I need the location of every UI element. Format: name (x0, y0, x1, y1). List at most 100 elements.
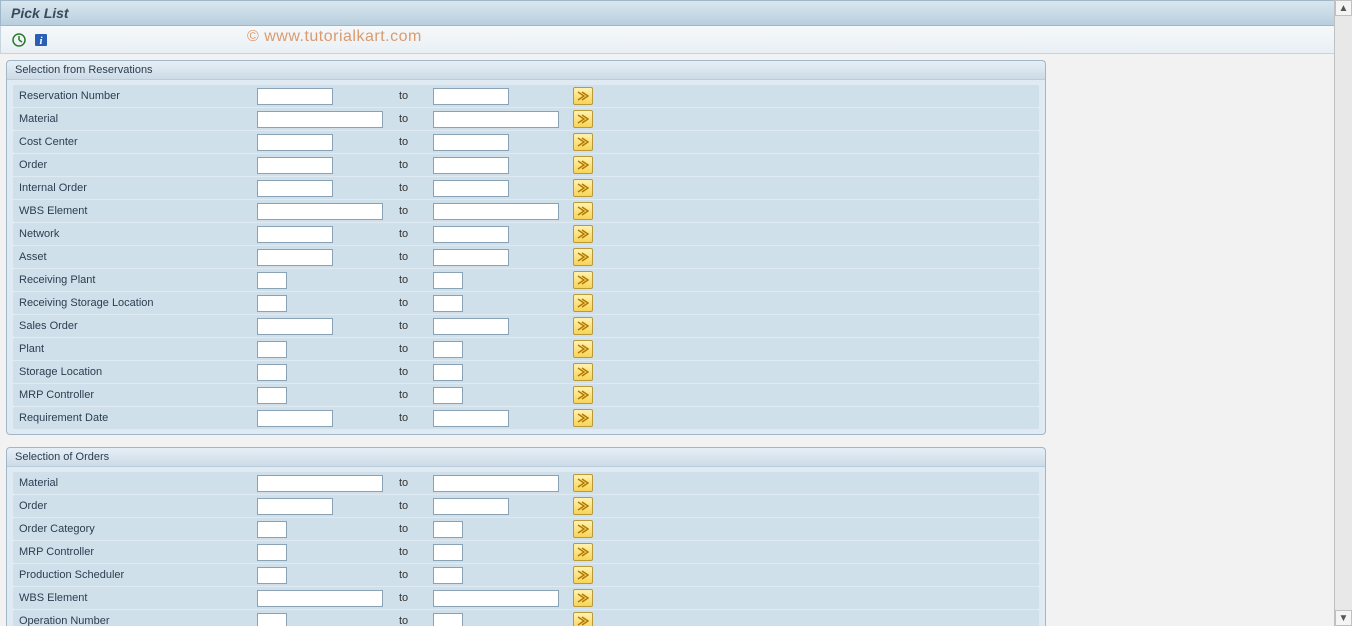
field-label: Asset (17, 251, 257, 263)
to-input[interactable] (433, 567, 463, 584)
field-label: Production Scheduler (17, 569, 257, 581)
field-label: Material (17, 113, 257, 125)
multiple-selection-button[interactable] (573, 202, 593, 220)
to-input[interactable] (433, 613, 463, 626)
from-input[interactable] (257, 521, 287, 538)
multiple-selection-button[interactable] (573, 271, 593, 289)
from-input[interactable] (257, 475, 383, 492)
to-label: to (395, 320, 433, 332)
to-input[interactable] (433, 521, 463, 538)
to-input[interactable] (433, 134, 509, 151)
scroll-down-icon[interactable]: ▼ (1335, 610, 1352, 626)
from-input[interactable] (257, 272, 287, 289)
multiple-selection-button[interactable] (573, 386, 593, 404)
multiple-selection-button[interactable] (573, 133, 593, 151)
multiple-selection-button[interactable] (573, 156, 593, 174)
to-input[interactable] (433, 249, 509, 266)
from-input[interactable] (257, 180, 333, 197)
from-input[interactable] (257, 364, 287, 381)
from-input[interactable] (257, 498, 333, 515)
from-input[interactable] (257, 249, 333, 266)
field-row: Storage Locationto (13, 361, 1039, 383)
field-label: Sales Order (17, 320, 257, 332)
to-input[interactable] (433, 475, 559, 492)
multiple-selection-button[interactable] (573, 497, 593, 515)
multiple-selection-button[interactable] (573, 409, 593, 427)
to-input[interactable] (433, 410, 509, 427)
field-row: Material to (13, 108, 1039, 130)
multiple-selection-button[interactable] (573, 317, 593, 335)
from-input[interactable] (257, 410, 333, 427)
from-input[interactable] (257, 295, 287, 312)
from-input[interactable] (257, 88, 333, 105)
to-input[interactable] (433, 295, 463, 312)
multiple-selection-button[interactable] (573, 340, 593, 358)
multiple-selection-button[interactable] (573, 589, 593, 607)
field-row: Requirement Dateto (13, 407, 1039, 429)
from-input[interactable] (257, 226, 333, 243)
outer-scrollbar[interactable]: ▲ ▼ (1334, 0, 1352, 626)
field-label: Network (17, 228, 257, 240)
field-row: Internal Orderto (13, 177, 1039, 199)
from-input[interactable] (257, 318, 333, 335)
to-label: to (395, 343, 433, 355)
to-input[interactable] (433, 157, 509, 174)
from-input[interactable] (257, 134, 333, 151)
to-input[interactable] (433, 272, 463, 289)
field-label: Requirement Date (17, 412, 257, 424)
multiple-selection-button[interactable] (573, 612, 593, 626)
from-input[interactable] (257, 203, 383, 220)
to-input[interactable] (433, 498, 509, 515)
to-label: to (395, 205, 433, 217)
info-icon[interactable]: i (33, 32, 49, 48)
multiple-selection-button[interactable] (573, 87, 593, 105)
to-input[interactable] (433, 203, 559, 220)
from-input[interactable] (257, 111, 383, 128)
to-label: to (395, 113, 433, 125)
from-input[interactable] (257, 157, 333, 174)
to-input[interactable] (433, 88, 509, 105)
multiple-selection-button[interactable] (573, 248, 593, 266)
to-input[interactable] (433, 111, 559, 128)
multiple-selection-button[interactable] (573, 294, 593, 312)
to-label: to (395, 500, 433, 512)
multiple-selection-button[interactable] (573, 474, 593, 492)
to-input[interactable] (433, 226, 509, 243)
multiple-selection-button[interactable] (573, 363, 593, 381)
to-input[interactable] (433, 180, 509, 197)
multiple-selection-button[interactable] (573, 566, 593, 584)
to-input[interactable] (433, 544, 463, 561)
from-input[interactable] (257, 544, 287, 561)
to-label: to (395, 274, 433, 286)
group-header: Selection from Reservations (7, 61, 1045, 80)
multiple-selection-button[interactable] (573, 520, 593, 538)
scroll-up-icon[interactable]: ▲ (1335, 0, 1352, 16)
field-row: MRP Controller to (13, 541, 1039, 563)
to-label: to (395, 90, 433, 102)
selection-group: Selection of OrdersMaterialtoOrdertoOrde… (6, 447, 1046, 626)
from-input[interactable] (257, 341, 287, 358)
field-label: Plant (17, 343, 257, 355)
field-label: MRP Controller (17, 546, 257, 558)
multiple-selection-button[interactable] (573, 110, 593, 128)
to-input[interactable] (433, 590, 559, 607)
field-label: Operation Number (17, 615, 257, 626)
to-label: to (395, 477, 433, 489)
to-label: to (395, 136, 433, 148)
from-input[interactable] (257, 613, 287, 626)
page-title: Pick List (11, 5, 69, 21)
from-input[interactable] (257, 567, 287, 584)
multiple-selection-button[interactable] (573, 225, 593, 243)
multiple-selection-button[interactable] (573, 179, 593, 197)
to-label: to (395, 592, 433, 604)
from-input[interactable] (257, 590, 383, 607)
to-input[interactable] (433, 364, 463, 381)
field-row: Cost Centerto (13, 131, 1039, 153)
to-label: to (395, 546, 433, 558)
to-input[interactable] (433, 387, 463, 404)
to-input[interactable] (433, 341, 463, 358)
from-input[interactable] (257, 387, 287, 404)
execute-icon[interactable] (11, 32, 27, 48)
to-input[interactable] (433, 318, 509, 335)
multiple-selection-button[interactable] (573, 543, 593, 561)
